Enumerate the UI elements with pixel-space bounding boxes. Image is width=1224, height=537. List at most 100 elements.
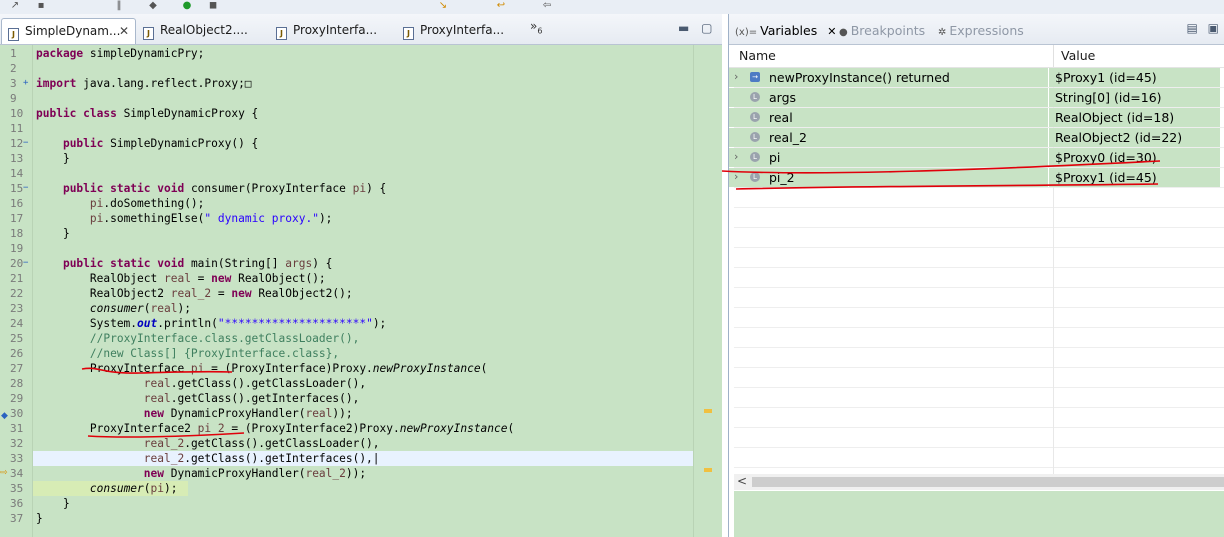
expand-chevron-icon[interactable]: › (734, 170, 738, 183)
code-line: } (36, 152, 70, 165)
main-toolbar: ↗ ▪ ‖ ◆ ● ◼ ↘ ↩ ⇦ (0, 0, 1224, 14)
line-number: 10 (10, 107, 24, 120)
line-number: 36 (10, 497, 24, 510)
line-number: 30 (10, 407, 24, 420)
cell-separator (1048, 128, 1049, 147)
code-line: } (36, 512, 43, 525)
variable-detail-pane[interactable] (734, 491, 1224, 537)
line-number: 18 (10, 227, 24, 240)
column-separator[interactable] (1053, 45, 1054, 67)
tab-label: Variables (760, 23, 818, 38)
overview-mark (704, 409, 712, 413)
horizontal-scrollbar[interactable]: < (734, 474, 1224, 490)
variable-value: String[0] (id=16) (1055, 90, 1162, 105)
line-number: 16 (10, 197, 24, 210)
scroll-thumb[interactable] (752, 477, 1224, 487)
line-number: 11 (10, 122, 24, 135)
expand-chevron-icon[interactable]: › (734, 70, 738, 83)
coverage-icon[interactable]: ◼ (206, 1, 220, 11)
grid-line (734, 407, 1224, 408)
debug-icon[interactable]: ▪ (34, 1, 48, 11)
column-header-value[interactable]: Value (1061, 48, 1095, 63)
tab-breakpoints[interactable]: ● Breakpoints (839, 23, 925, 38)
editor-tab-simpledynamicproxy[interactable]: J SimpleDynam... ✕ (1, 18, 136, 44)
editor-tab-bar: J SimpleDynam... ✕ J RealObject2.... J Prox… (0, 14, 722, 45)
code-line: RealObject real = new RealObject(); (36, 272, 326, 285)
tab-label: Breakpoints (850, 23, 926, 38)
line-number: 9 (10, 92, 17, 105)
code-line: consumer(pi); (89, 482, 178, 495)
collapse-fold-icon[interactable]: − (23, 181, 28, 196)
expand-chevron-icon[interactable]: › (734, 150, 738, 163)
line-number: 20− (10, 256, 29, 271)
local-var-icon: L (750, 92, 760, 102)
column-header-name[interactable]: Name (739, 48, 776, 63)
tab-variables[interactable]: (x)= Variables ✕ (735, 23, 836, 38)
view-toolbar: ▤ ▣ (1186, 21, 1219, 35)
java-file-icon: J (276, 27, 287, 40)
cell-separator (1048, 68, 1049, 87)
tab-overflow-button[interactable]: »6 (530, 19, 542, 35)
show-type-names-icon[interactable]: ▤ (1186, 21, 1197, 35)
line-number: 26 (10, 347, 24, 360)
variable-row[interactable]: › Lpi_2 $Proxy1 (id=45) (729, 168, 1220, 187)
code-editor[interactable]: ◆ ⇨ 1 2 3 +9 10 11 12−13 14 15−16 17 18 19 20−21 22 23… (0, 45, 722, 537)
code-text[interactable]: package simpleDynamicPry; import java.lan… (33, 45, 693, 537)
editor-tab-proxyinterface2[interactable]: J ProxyInterfa... (397, 18, 517, 43)
scroll-left-icon[interactable]: < (737, 474, 747, 488)
code-line: real.getClass().getClassLoader(), (143, 377, 367, 390)
disconnect-icon[interactable]: ◆ (146, 1, 160, 11)
grid-line (734, 467, 1224, 468)
variable-row[interactable]: › Lpi $Proxy0 (id=30) (729, 148, 1220, 167)
variable-row[interactable]: Lreal RealObject (id=18) (729, 108, 1220, 127)
collapse-all-icon[interactable]: ▣ (1208, 21, 1219, 35)
code-line: public SimpleDynamicProxy() { (62, 137, 259, 150)
variable-row[interactable]: Largs String[0] (id=16) (729, 88, 1220, 107)
editor-window-controls: ▬ ▢ (678, 21, 713, 35)
step-over-icon[interactable]: ↩ (494, 1, 508, 11)
grid-line (734, 447, 1224, 448)
java-file-icon: J (143, 27, 154, 40)
collapse-fold-icon[interactable]: − (23, 136, 28, 151)
step-icon[interactable]: ↗ (8, 1, 22, 11)
breakpoints-icon: ● (839, 27, 848, 38)
editor-tab-proxyinterface[interactable]: J ProxyInterfa... (270, 18, 390, 43)
collapse-fold-icon[interactable]: − (23, 256, 28, 271)
tab-expressions[interactable]: ✲ Expressions (938, 23, 1024, 38)
grid-line (734, 227, 1224, 228)
local-var-icon: L (750, 152, 760, 162)
tab-label: RealObject2.... (160, 23, 248, 37)
debug-current-line-icon: ⇨ (0, 468, 8, 478)
line-number: 32 (10, 437, 24, 450)
grid-line (734, 207, 1224, 208)
code-line: System.out.println("********************… (36, 317, 387, 330)
grid-line (734, 427, 1224, 428)
code-line: pi.doSomething(); (89, 197, 205, 210)
expand-fold-icon[interactable]: + (23, 76, 28, 91)
variable-row[interactable]: › → newProxyInstance() returned $Proxy1 (id… (729, 68, 1220, 87)
maximize-icon[interactable]: ▢ (701, 21, 712, 35)
code-line: consumer(real); (89, 302, 191, 315)
back-icon[interactable]: ⇦ (540, 1, 554, 11)
line-number: 22 (10, 287, 24, 300)
close-icon[interactable]: ✕ (119, 19, 129, 44)
suspend-icon[interactable]: ‖ (112, 1, 126, 11)
line-number: 37 (10, 512, 24, 525)
variable-row[interactable]: Lreal_2 RealObject2 (id=22) (729, 128, 1220, 147)
breakpoint-marker-icon[interactable]: ◆ (1, 411, 8, 421)
variable-name: newProxyInstance() returned (769, 70, 950, 85)
minimize-icon[interactable]: ▬ (678, 21, 689, 35)
grid-line (734, 387, 1224, 388)
line-number: 15− (10, 181, 29, 196)
line-number: 21 (10, 272, 24, 285)
code-line: ProxyInterface pi = (ProxyInterface)Prox… (36, 362, 488, 375)
variable-name: real (769, 110, 793, 125)
run-icon[interactable]: ● (180, 1, 194, 11)
local-var-icon: L (750, 132, 760, 142)
annotation-ruler: ◆ ⇨ (0, 45, 10, 537)
line-number: 25 (10, 332, 24, 345)
close-icon[interactable]: ✕ (827, 25, 836, 38)
code-line: new DynamicProxyHandler(real_2)); (143, 467, 367, 480)
editor-tab-realobject2[interactable]: J RealObject2.... (137, 18, 267, 43)
step-into-icon[interactable]: ↘ (436, 1, 450, 11)
